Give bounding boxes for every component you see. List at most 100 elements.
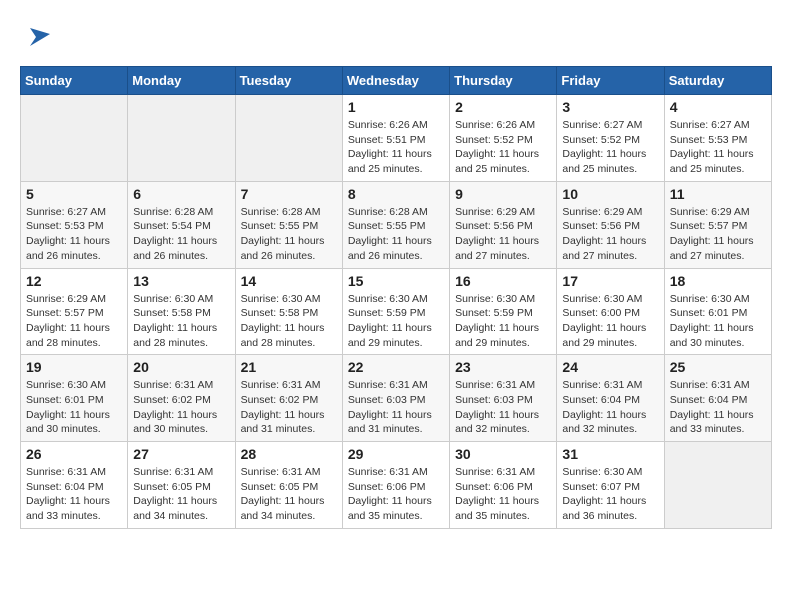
calendar-cell: 8 Sunrise: 6:28 AMSunset: 5:55 PMDaylight… [342,181,449,268]
day-number: 28 [241,446,337,462]
day-number: 10 [562,186,658,202]
day-number: 4 [670,99,766,115]
calendar-cell: 27 Sunrise: 6:31 AMSunset: 6:05 PMDayligh… [128,442,235,529]
calendar-week-3: 12 Sunrise: 6:29 AMSunset: 5:57 PMDayligh… [21,268,772,355]
day-number: 31 [562,446,658,462]
day-number: 21 [241,359,337,375]
day-header-sunday: Sunday [21,67,128,95]
calendar-cell [235,95,342,182]
calendar-week-2: 5 Sunrise: 6:27 AMSunset: 5:53 PMDaylight… [21,181,772,268]
calendar-cell: 21 Sunrise: 6:31 AMSunset: 6:02 PMDayligh… [235,355,342,442]
day-info: Sunrise: 6:31 AMSunset: 6:06 PMDaylight:… [348,465,444,524]
day-info: Sunrise: 6:28 AMSunset: 5:54 PMDaylight:… [133,205,229,264]
day-info: Sunrise: 6:29 AMSunset: 5:57 PMDaylight:… [670,205,766,264]
calendar-cell: 20 Sunrise: 6:31 AMSunset: 6:02 PMDayligh… [128,355,235,442]
day-info: Sunrise: 6:30 AMSunset: 6:00 PMDaylight:… [562,292,658,351]
logo [20,20,52,50]
calendar-cell: 30Sunrise: 6:31 AMSunset: 6:06 PMDayligh… [450,442,557,529]
day-number: 6 [133,186,229,202]
day-number: 5 [26,186,122,202]
calendar-cell: 4 Sunrise: 6:27 AMSunset: 5:53 PMDaylight… [664,95,771,182]
day-number: 11 [670,186,766,202]
day-info: Sunrise: 6:31 AMSunset: 6:04 PMDaylight:… [562,378,658,437]
day-number: 29 [348,446,444,462]
calendar-cell: 24 Sunrise: 6:31 AMSunset: 6:04 PMDayligh… [557,355,664,442]
calendar-cell: 26 Sunrise: 6:31 AMSunset: 6:04 PMDayligh… [21,442,128,529]
day-number: 3 [562,99,658,115]
day-number: 12 [26,273,122,289]
calendar-week-5: 26 Sunrise: 6:31 AMSunset: 6:04 PMDayligh… [21,442,772,529]
calendar-cell: 2Sunrise: 6:26 AMSunset: 5:52 PMDaylight… [450,95,557,182]
day-info: Sunrise: 6:30 AMSunset: 6:01 PMDaylight:… [26,378,122,437]
calendar-cell: 25Sunrise: 6:31 AMSunset: 6:04 PMDayligh… [664,355,771,442]
day-header-tuesday: Tuesday [235,67,342,95]
calendar-week-1: 1 Sunrise: 6:26 AMSunset: 5:51 PMDaylight… [21,95,772,182]
calendar-header-row: SundayMondayTuesdayWednesdayThursdayFrid… [21,67,772,95]
calendar-cell: 16 Sunrise: 6:30 AMSunset: 5:59 PMDayligh… [450,268,557,355]
day-info: Sunrise: 6:28 AMSunset: 5:55 PMDaylight:… [241,205,337,264]
calendar-cell: 23 Sunrise: 6:31 AMSunset: 6:03 PMDayligh… [450,355,557,442]
day-info: Sunrise: 6:30 AMSunset: 5:59 PMDaylight:… [348,292,444,351]
calendar-cell [21,95,128,182]
day-info: Sunrise: 6:26 AMSunset: 5:51 PMDaylight:… [348,118,444,177]
day-number: 7 [241,186,337,202]
calendar-cell: 19Sunrise: 6:30 AMSunset: 6:01 PMDayligh… [21,355,128,442]
day-number: 16 [455,273,551,289]
calendar-cell: 1 Sunrise: 6:26 AMSunset: 5:51 PMDaylight… [342,95,449,182]
calendar-cell [128,95,235,182]
calendar-cell: 18 Sunrise: 6:30 AMSunset: 6:01 PMDayligh… [664,268,771,355]
day-info: Sunrise: 6:31 AMSunset: 6:02 PMDaylight:… [133,378,229,437]
day-info: Sunrise: 6:27 AMSunset: 5:52 PMDaylight:… [562,118,658,177]
day-info: Sunrise: 6:31 AMSunset: 6:05 PMDaylight:… [241,465,337,524]
calendar-cell: 10 Sunrise: 6:29 AMSunset: 5:56 PMDayligh… [557,181,664,268]
day-info: Sunrise: 6:31 AMSunset: 6:03 PMDaylight:… [455,378,551,437]
day-info: Sunrise: 6:30 AMSunset: 5:58 PMDaylight:… [133,292,229,351]
calendar-cell: 22Sunrise: 6:31 AMSunset: 6:03 PMDayligh… [342,355,449,442]
day-info: Sunrise: 6:29 AMSunset: 5:57 PMDaylight:… [26,292,122,351]
day-info: Sunrise: 6:27 AMSunset: 5:53 PMDaylight:… [670,118,766,177]
calendar-cell: 13Sunrise: 6:30 AMSunset: 5:58 PMDayligh… [128,268,235,355]
day-info: Sunrise: 6:31 AMSunset: 6:04 PMDaylight:… [26,465,122,524]
day-number: 27 [133,446,229,462]
calendar-cell: 14 Sunrise: 6:30 AMSunset: 5:58 PMDayligh… [235,268,342,355]
calendar-cell: 31 Sunrise: 6:30 AMSunset: 6:07 PMDayligh… [557,442,664,529]
day-number: 17 [562,273,658,289]
day-number: 1 [348,99,444,115]
calendar-cell: 7 Sunrise: 6:28 AMSunset: 5:55 PMDaylight… [235,181,342,268]
calendar-cell: 28 Sunrise: 6:31 AMSunset: 6:05 PMDayligh… [235,442,342,529]
calendar-cell [664,442,771,529]
day-number: 18 [670,273,766,289]
calendar-cell: 6 Sunrise: 6:28 AMSunset: 5:54 PMDaylight… [128,181,235,268]
calendar-week-4: 19Sunrise: 6:30 AMSunset: 6:01 PMDayligh… [21,355,772,442]
day-info: Sunrise: 6:31 AMSunset: 6:05 PMDaylight:… [133,465,229,524]
logo-icon [22,20,52,50]
day-info: Sunrise: 6:30 AMSunset: 5:59 PMDaylight:… [455,292,551,351]
day-number: 23 [455,359,551,375]
day-info: Sunrise: 6:27 AMSunset: 5:53 PMDaylight:… [26,205,122,264]
day-number: 20 [133,359,229,375]
calendar-cell: 29 Sunrise: 6:31 AMSunset: 6:06 PMDayligh… [342,442,449,529]
day-info: Sunrise: 6:30 AMSunset: 5:58 PMDaylight:… [241,292,337,351]
day-number: 14 [241,273,337,289]
calendar-cell: 17 Sunrise: 6:30 AMSunset: 6:00 PMDayligh… [557,268,664,355]
day-number: 8 [348,186,444,202]
day-info: Sunrise: 6:30 AMSunset: 6:07 PMDaylight:… [562,465,658,524]
day-number: 30 [455,446,551,462]
calendar-cell: 11 Sunrise: 6:29 AMSunset: 5:57 PMDayligh… [664,181,771,268]
day-header-wednesday: Wednesday [342,67,449,95]
day-info: Sunrise: 6:30 AMSunset: 6:01 PMDaylight:… [670,292,766,351]
day-number: 15 [348,273,444,289]
day-info: Sunrise: 6:31 AMSunset: 6:02 PMDaylight:… [241,378,337,437]
calendar: SundayMondayTuesdayWednesdayThursdayFrid… [20,66,772,529]
day-header-thursday: Thursday [450,67,557,95]
day-info: Sunrise: 6:28 AMSunset: 5:55 PMDaylight:… [348,205,444,264]
day-number: 26 [26,446,122,462]
day-header-friday: Friday [557,67,664,95]
day-info: Sunrise: 6:29 AMSunset: 5:56 PMDaylight:… [562,205,658,264]
day-header-saturday: Saturday [664,67,771,95]
calendar-cell: 12 Sunrise: 6:29 AMSunset: 5:57 PMDayligh… [21,268,128,355]
day-number: 22 [348,359,444,375]
day-info: Sunrise: 6:29 AMSunset: 5:56 PMDaylight:… [455,205,551,264]
day-number: 24 [562,359,658,375]
day-info: Sunrise: 6:31 AMSunset: 6:04 PMDaylight:… [670,378,766,437]
